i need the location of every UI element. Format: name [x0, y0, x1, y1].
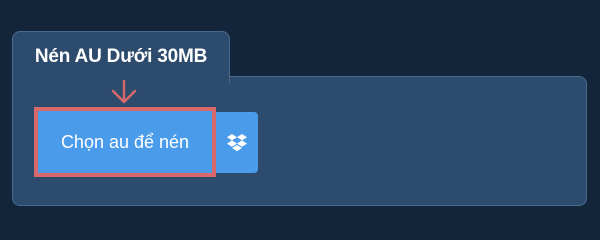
arrow-down-icon: [111, 80, 137, 104]
highlight-frame: [34, 107, 216, 177]
dropbox-button[interactable]: [216, 112, 258, 173]
compressor-widget: Nén AU Dưới 30MB Chọn au để nén: [0, 0, 600, 230]
tab-title: Nén AU Dưới 30MB: [34, 46, 208, 67]
dropbox-icon: [227, 133, 247, 151]
